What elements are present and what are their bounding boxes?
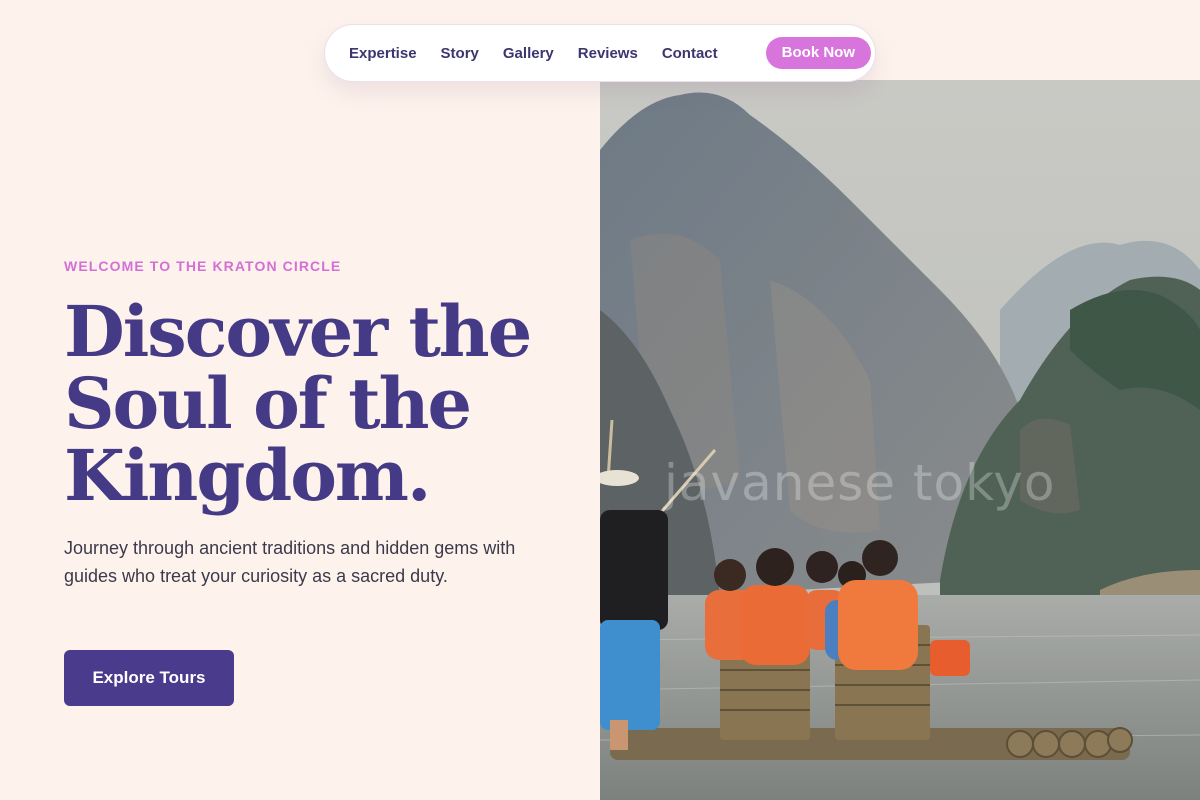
hero-photo-bamboo-raft: javanese tokyo	[600, 80, 1200, 800]
explore-tours-button[interactable]: Explore Tours	[64, 650, 234, 706]
nav-link-reviews[interactable]: Reviews	[578, 45, 638, 62]
hero-eyebrow: WELCOME TO THE KRATON CIRCLE	[64, 258, 342, 274]
hero-headline: Discover the Soul of the Kingdom.	[64, 296, 564, 512]
hero-lead-text: Journey through ancient traditions and h…	[64, 538, 516, 586]
book-now-button[interactable]: Book Now	[765, 37, 871, 69]
nav-link-story[interactable]: Story	[441, 45, 479, 62]
headline-line-1: Discover the	[64, 290, 532, 373]
headline-line-3: Kingdom.	[64, 434, 431, 517]
headline-line-2: Soul of the	[64, 362, 472, 445]
nav-link-gallery[interactable]: Gallery	[503, 45, 554, 62]
nav-link-contact[interactable]: Contact	[662, 45, 718, 62]
nav-link-expertise[interactable]: Expertise	[349, 45, 417, 62]
image-watermark: javanese tokyo	[664, 454, 1056, 512]
top-nav: Expertise Story Gallery Reviews Contact …	[324, 24, 876, 82]
